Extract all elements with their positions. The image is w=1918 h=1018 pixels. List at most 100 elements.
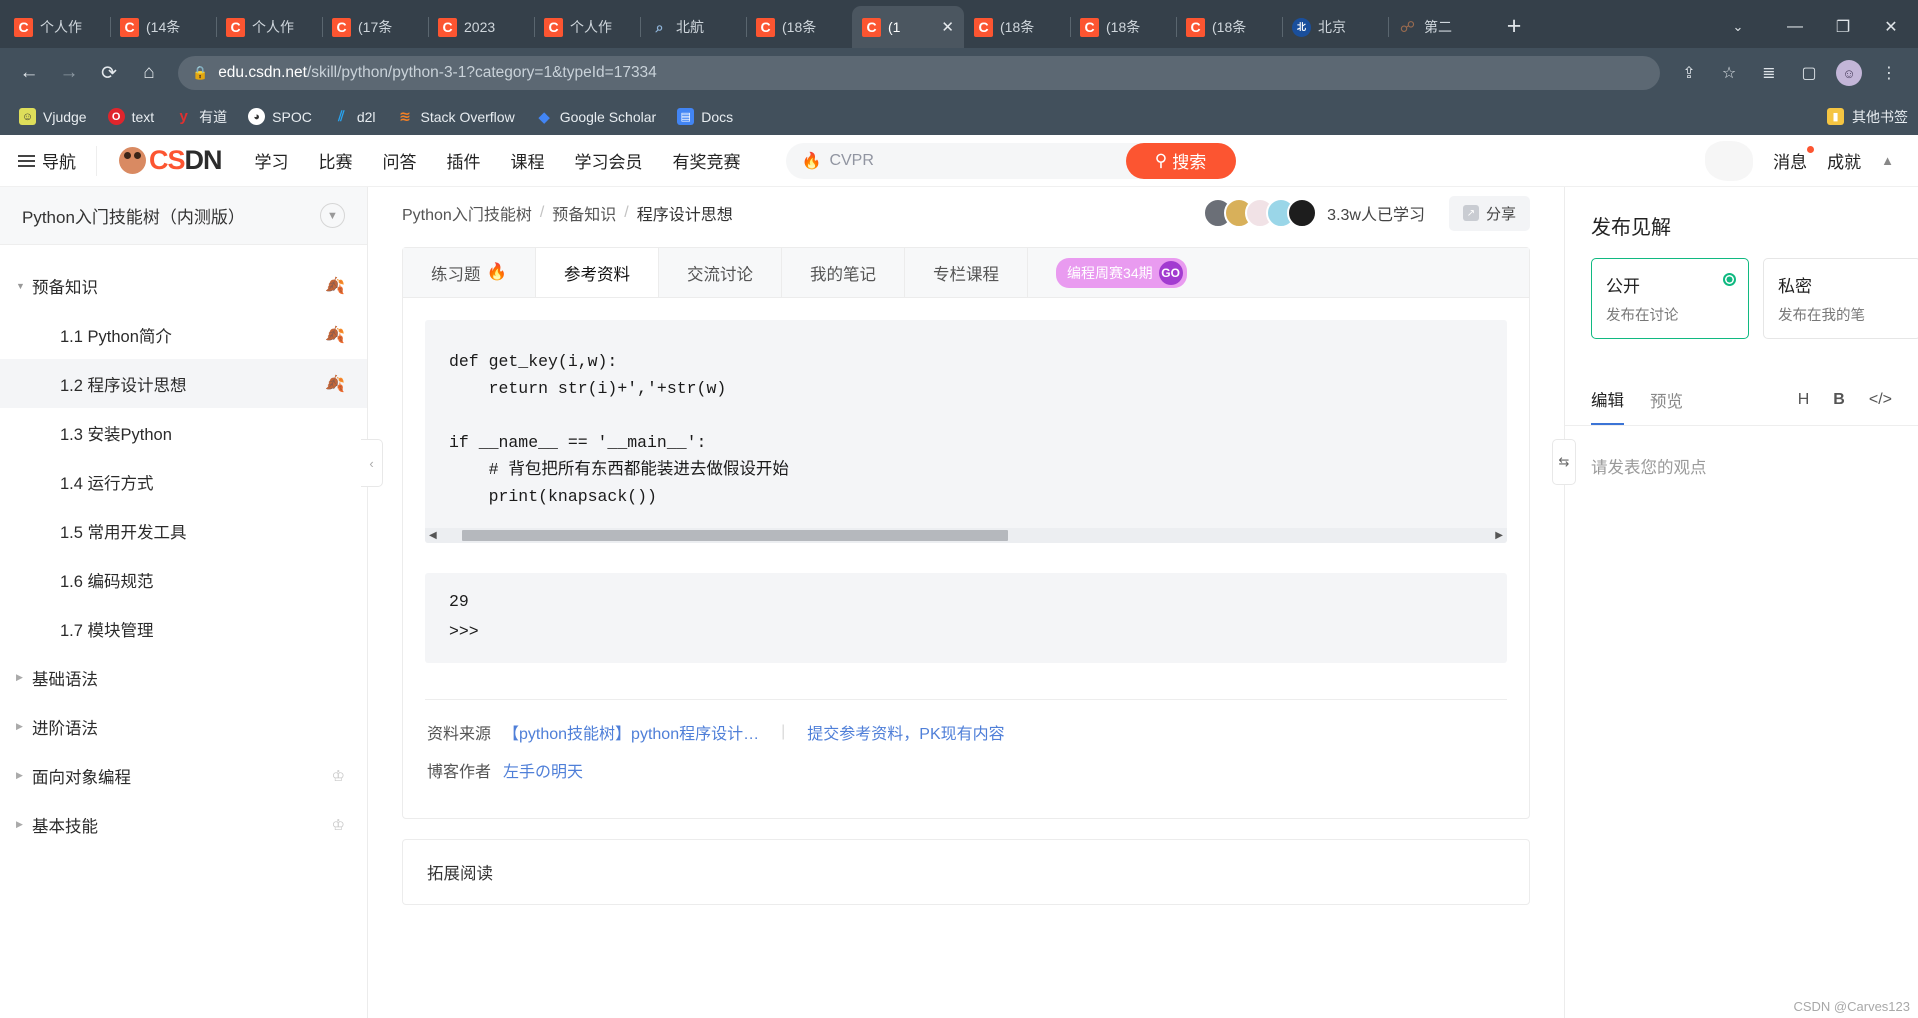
back-icon[interactable]: ← [12, 56, 46, 90]
nav-link-xuexi[interactable]: 学习 [240, 148, 304, 173]
radio-selected-icon[interactable] [1723, 273, 1736, 286]
site-search[interactable]: 🔥 CVPR ⚲ 搜索 [785, 142, 1236, 179]
race-go-button[interactable]: GO [1158, 260, 1183, 285]
other-bookmarks[interactable]: ▮ 其他书签 [1827, 107, 1908, 127]
csdn-logo[interactable]: CSDN [119, 145, 223, 176]
code-horizontal-scrollbar[interactable]: ◀ ▶ [425, 528, 1507, 543]
race-badge-wrap[interactable]: 编程周赛34期 GO [1028, 248, 1215, 297]
reload-icon[interactable]: ⟳ [92, 56, 126, 90]
heading-icon[interactable]: H [1798, 391, 1810, 409]
tab-lianxiti[interactable]: 练习题 🔥 [403, 248, 537, 297]
scroll-up-icon[interactable]: ▲ [1881, 153, 1894, 168]
browser-tab[interactable]: C (14条 [110, 6, 216, 48]
new-tab-button[interactable]: + [1494, 6, 1534, 46]
browser-tab[interactable]: C 个人作 [534, 6, 640, 48]
sidebar-item-jibenjineng[interactable]: ▶ 基本技能 ♔ [0, 800, 367, 849]
bookmark-youdao[interactable]: y 有道 [166, 103, 236, 131]
sidebar-header[interactable]: Python入门技能树（内测版） ▼ [0, 187, 367, 245]
browser-tab[interactable]: 北 北京 [1282, 6, 1388, 48]
sidebar-item-jichuyufa[interactable]: ▶ 基础语法 [0, 653, 367, 702]
reading-list-icon[interactable]: ≣ [1752, 56, 1786, 90]
tab-wodebiji[interactable]: 我的笔记 [782, 248, 906, 297]
code-icon[interactable]: </> [1869, 391, 1892, 409]
browser-tab[interactable]: C (18条 [1070, 6, 1176, 48]
bookmark-stackoverflow[interactable]: ≋ Stack Overflow [388, 104, 524, 129]
close-icon[interactable]: ✕ [941, 18, 954, 36]
search-button[interactable]: ⚲ 搜索 [1125, 142, 1236, 179]
breadcrumb-item-section[interactable]: 预备知识 [552, 201, 616, 225]
editor-input[interactable]: 请发表您的观点 [1565, 426, 1918, 506]
submit-source-link[interactable]: 提交参考资料，PK现有内容 [807, 720, 1004, 744]
forward-icon[interactable]: → [52, 56, 86, 90]
browser-tab[interactable]: C (18条 [1176, 6, 1282, 48]
browser-tab[interactable]: C (18条 [964, 6, 1070, 48]
tab-cankaoziliao[interactable]: 参考资料 [536, 248, 660, 297]
source-link[interactable]: 【python技能树】python程序设计… [503, 720, 759, 744]
sidebar-collapse-handle[interactable]: ‹ [361, 439, 383, 487]
scroll-left-icon[interactable]: ◀ [429, 530, 437, 541]
minimize-icon[interactable]: — [1772, 6, 1818, 48]
panel-resize-handle[interactable]: ⇆ [1552, 439, 1576, 485]
close-window-icon[interactable]: ✕ [1868, 6, 1914, 48]
home-icon[interactable]: ⌂ [132, 56, 166, 90]
sidebar-item-1-5[interactable]: 1.5 常用开发工具 [0, 506, 367, 555]
nav-link-xuexihuiyuan[interactable]: 学习会员 [560, 148, 658, 173]
nav-link-wenda[interactable]: 问答 [368, 148, 432, 173]
browser-menu-icon[interactable]: ⋮ [1872, 56, 1906, 90]
profile-avatar[interactable]: ☺ [1832, 56, 1866, 90]
browser-tab-active[interactable]: C (1 ✕ [852, 6, 964, 48]
editor-tab-edit[interactable]: 编辑 [1591, 387, 1624, 425]
side-panel-icon[interactable]: ▢ [1792, 56, 1826, 90]
browser-tab[interactable]: C (17条 [322, 6, 428, 48]
bookmark-vjudge[interactable]: ☺ Vjudge [10, 104, 96, 129]
bookmark-spoc[interactable]: ◕ SPOC [239, 104, 321, 129]
scroll-right-icon[interactable]: ▶ [1495, 530, 1503, 541]
tab-jiaoliutaolun[interactable]: 交流讨论 [659, 248, 783, 297]
sidebar-item-1-6[interactable]: 1.6 编码规范 [0, 555, 367, 604]
author-name-link[interactable]: 左手の明天 [503, 758, 583, 782]
visibility-public[interactable]: 公开 发布在讨论 [1591, 258, 1749, 339]
nav-link-youjiangjingsai[interactable]: 有奖竞赛 [658, 148, 756, 173]
sidebar-item-1-4[interactable]: 1.4 运行方式 [0, 457, 367, 506]
chevron-down-icon[interactable]: ▼ [320, 203, 345, 228]
nav-link-chajian[interactable]: 插件 [432, 148, 496, 173]
browser-tab[interactable]: C 2023 [428, 6, 534, 48]
bookmark-d2l[interactable]: ⫽ d2l [324, 104, 385, 129]
maximize-icon[interactable]: ❐ [1820, 6, 1866, 48]
sidebar-item-jinjieyufa[interactable]: ▶ 进阶语法 [0, 702, 367, 751]
address-bar[interactable]: 🔒 edu.csdn.net/skill/python/python-3-1?c… [178, 56, 1660, 90]
browser-tab[interactable]: C 个人作 [4, 6, 110, 48]
scrollbar-thumb[interactable] [461, 530, 1008, 541]
nav-link-kecheng[interactable]: 课程 [496, 148, 560, 173]
share-icon[interactable]: ⇪ [1672, 56, 1706, 90]
nav-menu-button[interactable]: 导航 [18, 145, 97, 176]
bookmark-star-icon[interactable]: ☆ [1712, 56, 1746, 90]
search-placeholder: CVPR [829, 151, 874, 169]
browser-tab[interactable]: C (18条 [746, 6, 852, 48]
browser-tab[interactable]: ☍ 第二 [1388, 6, 1494, 48]
share-button[interactable]: ↗ 分享 [1448, 195, 1530, 231]
bookmark-text[interactable]: O text [99, 104, 164, 129]
sidebar-item-1-2[interactable]: 1.2 程序设计思想 🍂 [0, 359, 367, 408]
achievements-link[interactable]: 成就 [1827, 148, 1861, 173]
sidebar-item-yubeizhishi[interactable]: ▼ 预备知识 🍂 [0, 261, 367, 310]
scrollbar-track[interactable] [441, 530, 1492, 541]
visibility-private[interactable]: 私密 发布在我的笔 [1763, 258, 1918, 339]
sidebar-item-1-1[interactable]: 1.1 Python简介 🍂 [0, 310, 367, 359]
browser-tab[interactable]: ⌕ 北航 [640, 6, 746, 48]
nav-link-bisai[interactable]: 比赛 [304, 148, 368, 173]
editor-tab-preview[interactable]: 预览 [1650, 388, 1683, 424]
bold-icon[interactable]: B [1833, 391, 1845, 409]
csdn-favicon-icon: C [862, 17, 881, 37]
sidebar-item-mianxiangduixiang[interactable]: ▶ 面向对象编程 ♔ [0, 751, 367, 800]
sidebar-item-1-3[interactable]: 1.3 安装Python [0, 408, 367, 457]
race-badge[interactable]: 编程周赛34期 GO [1056, 257, 1187, 288]
bookmark-google-scholar[interactable]: ◆ Google Scholar [527, 104, 666, 129]
bookmark-docs[interactable]: ▤ Docs [668, 104, 742, 129]
breadcrumb-item-root[interactable]: Python入门技能树 [402, 201, 532, 225]
tab-zhuanlankecheng[interactable]: 专栏课程 [905, 248, 1029, 297]
tab-list-icon[interactable]: ⌄ [1706, 6, 1770, 48]
browser-tab[interactable]: C 个人作 [216, 6, 322, 48]
messages-link[interactable]: 消息 [1773, 146, 1815, 173]
sidebar-item-1-7[interactable]: 1.7 模块管理 [0, 604, 367, 653]
